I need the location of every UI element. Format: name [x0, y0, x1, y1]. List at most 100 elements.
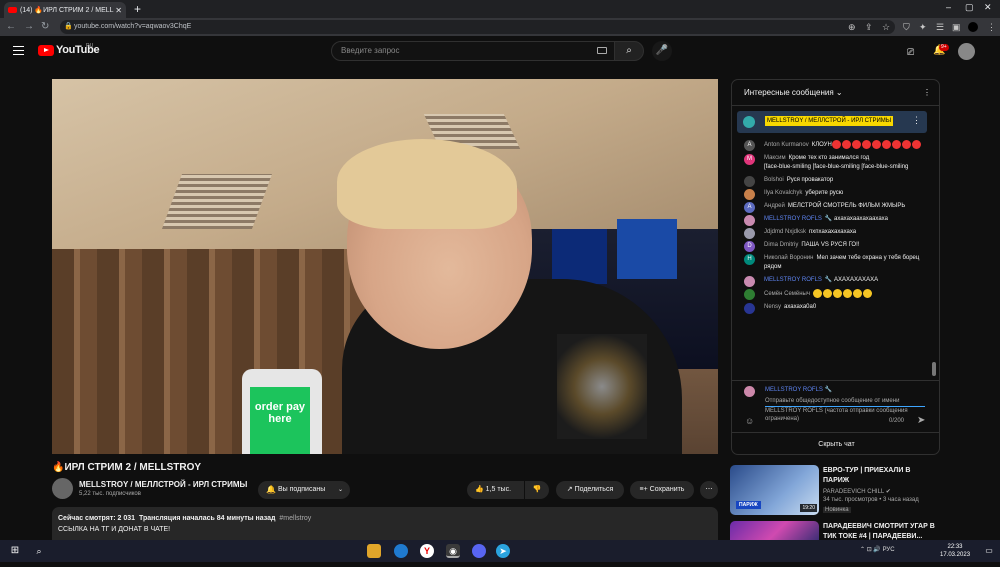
chat-message[interactable]: MELLSTROY ROFLS 🔧 АХАХАХАХАХА: [732, 274, 932, 288]
send-icon[interactable]: ➤: [917, 415, 925, 426]
search-input[interactable]: Введите запрос: [331, 41, 615, 61]
chat-message[interactable]: Семён Семёныч: [732, 287, 932, 301]
yandex-browser-icon[interactable]: Y: [420, 544, 434, 558]
chat-author-name[interactable]: Dima Dmitriy: [764, 242, 798, 248]
hashtag-link[interactable]: #mellstroy: [279, 515, 311, 522]
subscribed-button[interactable]: 🔔 Вы подписаны ⌄: [258, 481, 350, 499]
chat-message[interactable]: MELLSTROY ROFLS 🔧 ахахахаахахаахаха: [732, 213, 932, 227]
telegram-icon[interactable]: ➤: [496, 544, 510, 558]
chat-author-name[interactable]: Jdjdmd Nxjdksk: [764, 229, 806, 235]
more-actions-button[interactable]: ⋯: [700, 481, 718, 499]
chat-message-text: Кроме тех кто занимался год: [788, 155, 870, 162]
microphone-icon[interactable]: 🎤: [652, 41, 672, 61]
chrome-icon[interactable]: ◉: [446, 544, 460, 558]
discord-icon[interactable]: [472, 544, 486, 558]
chat-message[interactable]: A Anton Kurmanov КЛОУН: [732, 138, 932, 152]
chat-message[interactable]: M Максим Кроме тех кто занимался год [face-…: [732, 152, 932, 174]
profile-avatar[interactable]: [968, 22, 978, 32]
taskbar-clock[interactable]: 22:33 17.03.2023: [940, 543, 970, 559]
share-button[interactable]: ↗ Поделиться: [556, 481, 624, 499]
edge-browser-icon[interactable]: [394, 544, 408, 558]
composer-author-name: MELLSTROY ROFLS: [765, 387, 823, 393]
hide-chat-button[interactable]: Скрыть чат: [732, 432, 939, 454]
chat-author-name[interactable]: Максим: [764, 155, 786, 161]
chat-author-name[interactable]: Anton Kurmanov: [764, 142, 809, 148]
close-tab-icon[interactable]: ✕: [115, 6, 122, 15]
new-tab-icon[interactable]: +: [134, 2, 141, 16]
hamburger-menu-icon[interactable]: [13, 46, 24, 55]
share-icon[interactable]: ⇪: [865, 21, 873, 33]
file-explorer-icon[interactable]: [367, 544, 381, 558]
playlist-icon[interactable]: ☰: [936, 21, 944, 33]
extensions-icon[interactable]: ✦: [919, 21, 927, 33]
chat-input[interactable]: Отправьте общедоступное сообщение от име…: [765, 397, 925, 407]
chat-message[interactable]: D Dima Dmitriy ПАША VS РУСЯ ГО!!: [732, 239, 932, 253]
notification-center-icon[interactable]: ▭: [982, 544, 996, 558]
tray-chevron-icon[interactable]: ⌃: [860, 547, 865, 553]
chat-author-name[interactable]: Nensy: [764, 304, 781, 310]
address-bar[interactable]: 🔒 youtube.com/watch?v=aqwaov3ChqE: [60, 20, 895, 34]
sidepanel-icon[interactable]: ▣: [952, 21, 961, 33]
browser-tab[interactable]: (14) 🔥ИРЛ СТРИМ 2 / MELL ✕: [4, 2, 126, 18]
rate-limit-note: MELLSTROY ROFLS (частота отправки сообще…: [765, 408, 908, 422]
minimize-icon[interactable]: –: [946, 2, 951, 12]
menu-dots-icon[interactable]: ⋮: [987, 21, 996, 33]
create-video-icon[interactable]: ⎚: [907, 47, 914, 58]
install-icon[interactable]: ⊕: [848, 21, 856, 33]
channel-name[interactable]: MELLSTROY / МЕЛЛСТРОЙ - ИРЛ СТРИМЫ: [79, 480, 247, 489]
pinned-message[interactable]: MELLSTROY / МЕЛЛСТРОЙ - ИРЛ СТРИМЫ ⋮: [737, 111, 927, 133]
chat-message[interactable]: Jdjdmd Nxjdksk пхпхахахахахаха: [732, 226, 932, 240]
dislike-button[interactable]: 👎: [525, 481, 549, 499]
taskbar-search-icon[interactable]: ⌕: [32, 544, 46, 558]
video-thumbnail[interactable]: ПАРИЖ 19:20: [730, 465, 819, 515]
chat-message[interactable]: Bolshoi Руся провакатор: [732, 174, 932, 188]
chat-author-name[interactable]: MELLSTROY ROFLS: [764, 216, 822, 222]
video-frame-kiosk-screen: order pay here: [250, 387, 310, 454]
chat-message[interactable]: A Андрей МЕЛСТРОЙ СМОТРЕЛЬ ФИЛЬМ ЖМЫРЬ: [732, 200, 932, 214]
recommended-video[interactable]: ПАРИЖ 19:20 ЕВРО-ТУР | ПРИЕХАЛИ В ПАРИЖ …: [730, 465, 990, 515]
chat-author-name[interactable]: Семён Семёныч: [764, 291, 810, 297]
account-avatar[interactable]: [958, 43, 975, 60]
network-icon[interactable]: ⊡: [867, 547, 872, 553]
back-icon[interactable]: ←: [6, 21, 16, 33]
like-button[interactable]: 👍 1,5 тыс.: [467, 481, 524, 499]
vpn-shield-icon[interactable]: ⛉: [903, 21, 910, 33]
keyboard-language[interactable]: РУС: [883, 547, 895, 553]
chat-author-name[interactable]: Андрей: [764, 203, 785, 209]
chat-author-name[interactable]: Bolshoi: [764, 177, 784, 183]
chat-author-avatar: D: [744, 241, 755, 253]
chat-author-name[interactable]: Николай Воронин: [764, 255, 813, 261]
chat-message[interactable]: Н Николай Воронин Мел зачем тебе охрана у …: [732, 252, 932, 274]
channel-avatar[interactable]: [52, 478, 73, 499]
close-window-icon[interactable]: ✕: [984, 2, 992, 13]
pinned-menu-dots-icon[interactable]: ⋮: [912, 115, 921, 126]
upload-age: 3 часа назад: [883, 497, 919, 503]
chat-author-name[interactable]: Ilya Kovalchyk: [764, 190, 802, 196]
chat-author-name[interactable]: MELLSTROY ROFLS: [764, 277, 822, 283]
forward-icon[interactable]: →: [24, 21, 34, 33]
save-button[interactable]: ≡+ Сохранить: [630, 481, 694, 499]
recommended-video-title[interactable]: ЕВРО-ТУР | ПРИЕХАЛИ В ПАРИЖ: [823, 466, 938, 486]
video-player[interactable]: order pay here: [52, 79, 718, 454]
chat-mode-dropdown[interactable]: Интересные сообщения ⌄: [744, 88, 843, 97]
chat-author-avatar: [744, 303, 755, 315]
chat-menu-dots-icon[interactable]: ⋮: [923, 80, 931, 106]
recommended-video-title[interactable]: ПАРАДЕЕВИЧ СМОТРИТ УГАР В ТИК ТОКЕ #4 | …: [823, 522, 938, 542]
emoji-picker-icon[interactable]: ☺: [745, 416, 754, 426]
reload-icon[interactable]: ↻: [41, 21, 49, 33]
chat-header: Интересные сообщения ⌄ ⋮: [732, 80, 939, 106]
chat-message[interactable]: Nensy ахахаха0а0: [732, 301, 932, 315]
search-button[interactable]: ⌕: [614, 41, 644, 61]
maximize-icon[interactable]: ▢: [965, 2, 974, 13]
keyboard-icon[interactable]: [597, 47, 607, 54]
thumbs-down-icon: 👎: [532, 486, 542, 493]
recommended-channel[interactable]: PARADEEVICH CHILL ✔: [823, 488, 891, 495]
windows-start-icon[interactable]: ⊞: [8, 544, 22, 558]
chat-scrollbar[interactable]: [932, 362, 936, 376]
system-tray[interactable]: ⌃ ⊡ 🔊 РУС: [860, 546, 895, 553]
bookmark-star-icon[interactable]: ☆: [882, 21, 890, 33]
volume-icon[interactable]: 🔊: [873, 547, 880, 553]
youtube-logo-icon[interactable]: [38, 45, 54, 56]
chat-message[interactable]: Ilya Kovalchyk уберите русю: [732, 187, 932, 201]
clown-emoji-icon: [841, 140, 851, 149]
